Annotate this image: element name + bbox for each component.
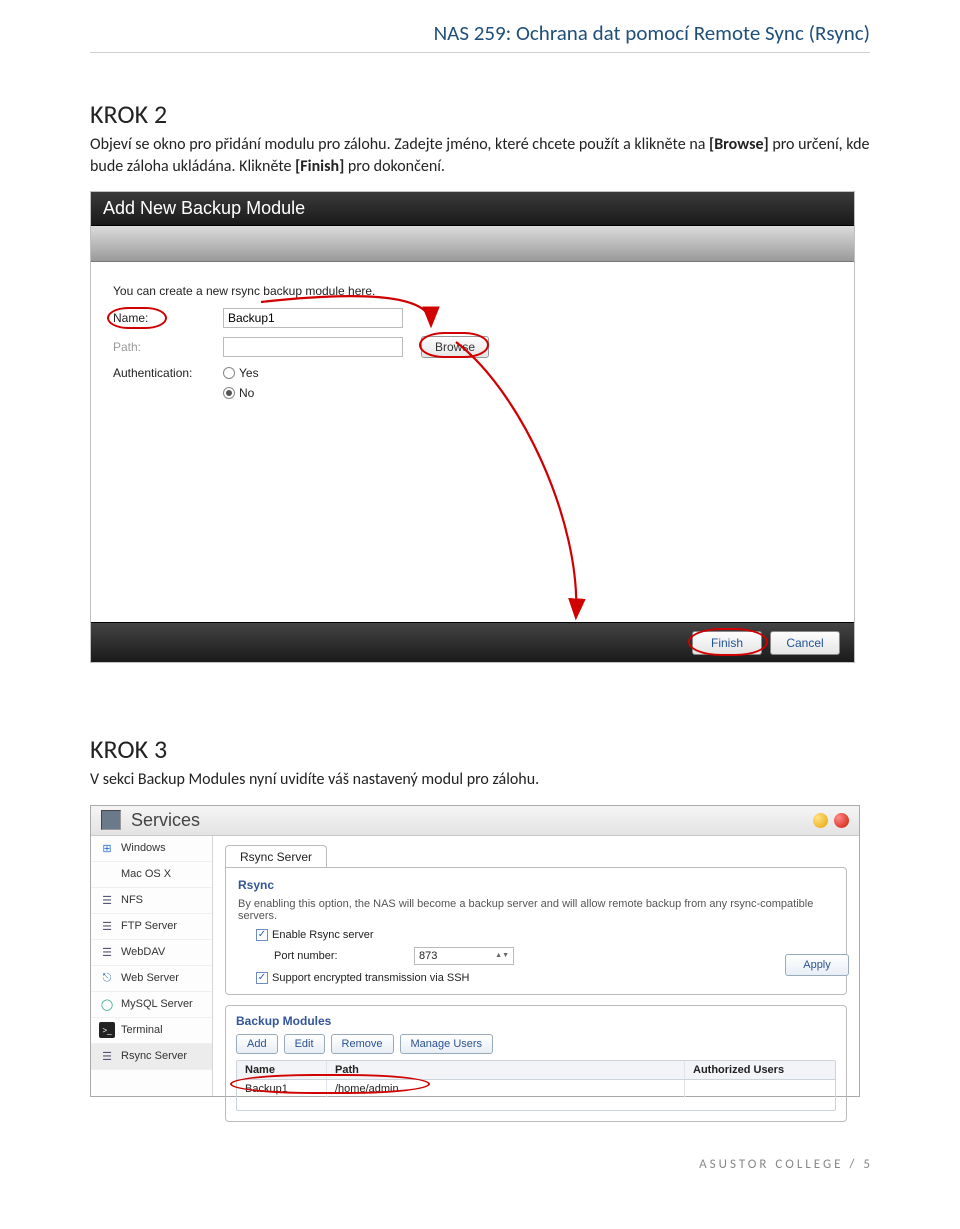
col-auth: Authorized Users xyxy=(685,1061,835,1079)
nfs-icon: ☰ xyxy=(99,892,115,908)
step2-text-c: pro dokončení. xyxy=(344,157,445,176)
add-backup-module-dialog: Add New Backup Module You can create a n… xyxy=(90,191,855,663)
sidebar-item-label: Rsync Server xyxy=(121,1050,187,1062)
dialog-body: You can create a new rsync backup module… xyxy=(91,262,854,622)
backup-modules-buttons: Add Edit Remove Manage Users xyxy=(236,1034,836,1054)
services-app-icon xyxy=(101,810,121,830)
terminal-icon: >_ xyxy=(99,1022,115,1038)
sidebar-item-label: WebDAV xyxy=(121,946,165,958)
backup-modules-panel: Backup Modules Add Edit Remove Manage Users… xyxy=(225,1005,847,1122)
port-row: Port number: 873 ▲▼ xyxy=(274,947,834,965)
sidebar-item-windows[interactable]: ⊞ Windows xyxy=(91,836,212,862)
sidebar-item-terminal[interactable]: >_ Terminal xyxy=(91,1018,212,1044)
step2-browse-bold: [Browse] xyxy=(709,135,769,154)
annotation-circle-row xyxy=(230,1074,430,1094)
services-sidebar: ⊞ Windows Mac OS X ☰ NFS ☰ FTP Server ☰ WebDAV ⎋ W… xyxy=(91,836,213,1096)
services-title: Services xyxy=(131,810,813,831)
name-input[interactable] xyxy=(223,308,403,328)
step2-finish-bold: [Finish] xyxy=(295,157,344,176)
sidebar-item-label: Windows xyxy=(121,842,166,854)
sidebar-item-label: Mac OS X xyxy=(121,868,171,880)
mysql-server-icon: ◯ xyxy=(99,996,115,1012)
auth-label: Authentication: xyxy=(113,366,223,380)
step3-title: KROK 3 xyxy=(90,733,870,765)
step2-text-a: Objeví se okno pro přidání modulu pro zá… xyxy=(90,135,709,154)
path-row: Path: Browse xyxy=(113,336,832,358)
page-header-title: NAS 259: Ochrana dat pomocí Remote Sync … xyxy=(90,20,870,53)
auth-row-no: No xyxy=(113,386,832,400)
step2-text: Objeví se okno pro přidání modulu pro zá… xyxy=(90,134,870,177)
apply-button[interactable]: Apply xyxy=(785,954,849,976)
sidebar-item-label: MySQL Server xyxy=(121,998,193,1010)
sidebar-item-web-server[interactable]: ⎋ Web Server xyxy=(91,966,212,992)
dialog-description: You can create a new rsync backup module… xyxy=(113,284,832,298)
cancel-button[interactable]: Cancel xyxy=(770,631,840,655)
rsync-panel: Rsync By enabling this option, the NAS w… xyxy=(225,867,847,995)
page-footer: ASUSTOR COLLEGE / 5 xyxy=(90,1157,870,1172)
step3-text: V sekci Backup Modules nyní uvidíte váš … xyxy=(90,769,870,791)
sidebar-item-label: Web Server xyxy=(121,972,179,984)
name-label: Name: xyxy=(113,311,223,325)
sidebar-item-label: FTP Server xyxy=(121,920,177,932)
mac-os-x-icon xyxy=(99,866,115,882)
dialog-toolbar xyxy=(91,226,854,262)
sidebar-item-rsync-server[interactable]: ☰ Rsync Server xyxy=(91,1044,212,1070)
sidebar-item-mac-os-x[interactable]: Mac OS X xyxy=(91,862,212,888)
sidebar-item-webdav[interactable]: ☰ WebDAV xyxy=(91,940,212,966)
port-label: Port number: xyxy=(274,950,404,962)
sidebar-item-label: NFS xyxy=(121,894,143,906)
remove-button[interactable]: Remove xyxy=(331,1034,394,1054)
edit-button[interactable]: Edit xyxy=(284,1034,325,1054)
path-input[interactable] xyxy=(223,337,403,357)
sidebar-item-ftp-server[interactable]: ☰ FTP Server xyxy=(91,914,212,940)
annotation-circle-browse xyxy=(419,332,489,358)
ssh-checkbox[interactable]: ✓Support encrypted transmission via SSH xyxy=(256,972,469,984)
tab-rsync-server[interactable]: Rsync Server xyxy=(225,845,327,868)
auth-no-radio[interactable]: No xyxy=(223,386,254,400)
annotation-circle-name xyxy=(107,307,167,329)
webdav-icon: ☰ xyxy=(99,944,115,960)
sidebar-item-mysql-server[interactable]: ◯ MySQL Server xyxy=(91,992,212,1018)
footer-page-number: 5 xyxy=(863,1157,870,1172)
annotation-circle-finish xyxy=(688,628,768,656)
port-stepper-icon[interactable]: ▲▼ xyxy=(495,952,509,959)
web-server-icon: ⎋ xyxy=(99,970,115,986)
footer-text: ASUSTOR COLLEGE / xyxy=(699,1157,863,1172)
auth-row-yes: Authentication: Yes xyxy=(113,366,832,380)
sidebar-item-label: Terminal xyxy=(121,1024,163,1036)
backup-modules-title: Backup Modules xyxy=(236,1014,836,1028)
window-close-icon[interactable] xyxy=(834,813,849,828)
path-label: Path: xyxy=(113,340,223,354)
dialog-titlebar: Add New Backup Module xyxy=(91,192,854,226)
enable-rsync-checkbox[interactable]: ✓Enable Rsync server xyxy=(256,929,374,941)
port-number-input[interactable]: 873 ▲▼ xyxy=(414,947,514,965)
services-titlebar: Services xyxy=(91,806,859,836)
dialog-title: Add New Backup Module xyxy=(103,198,305,218)
services-window: Services ⊞ Windows Mac OS X ☰ NFS ☰ FTP Server… xyxy=(90,805,860,1097)
step2-title: KROK 2 xyxy=(90,98,870,130)
window-minimize-icon[interactable] xyxy=(813,813,828,828)
services-main: Rsync Server Rsync By enabling this opti… xyxy=(213,836,859,1096)
add-button[interactable]: Add xyxy=(236,1034,278,1054)
rsync-section-title: Rsync xyxy=(238,878,834,892)
rsync-description: By enabling this option, the NAS will be… xyxy=(238,898,834,922)
sidebar-item-nfs[interactable]: ☰ NFS xyxy=(91,888,212,914)
manage-users-button[interactable]: Manage Users xyxy=(400,1034,494,1054)
ftp-server-icon: ☰ xyxy=(99,918,115,934)
cell-auth xyxy=(685,1080,835,1098)
windows-icon: ⊞ xyxy=(99,840,115,856)
name-row: Name: xyxy=(113,308,832,328)
auth-yes-radio[interactable]: Yes xyxy=(223,366,259,380)
dialog-footer: Finish Cancel xyxy=(91,622,854,662)
rsync-server-icon: ☰ xyxy=(99,1048,115,1064)
